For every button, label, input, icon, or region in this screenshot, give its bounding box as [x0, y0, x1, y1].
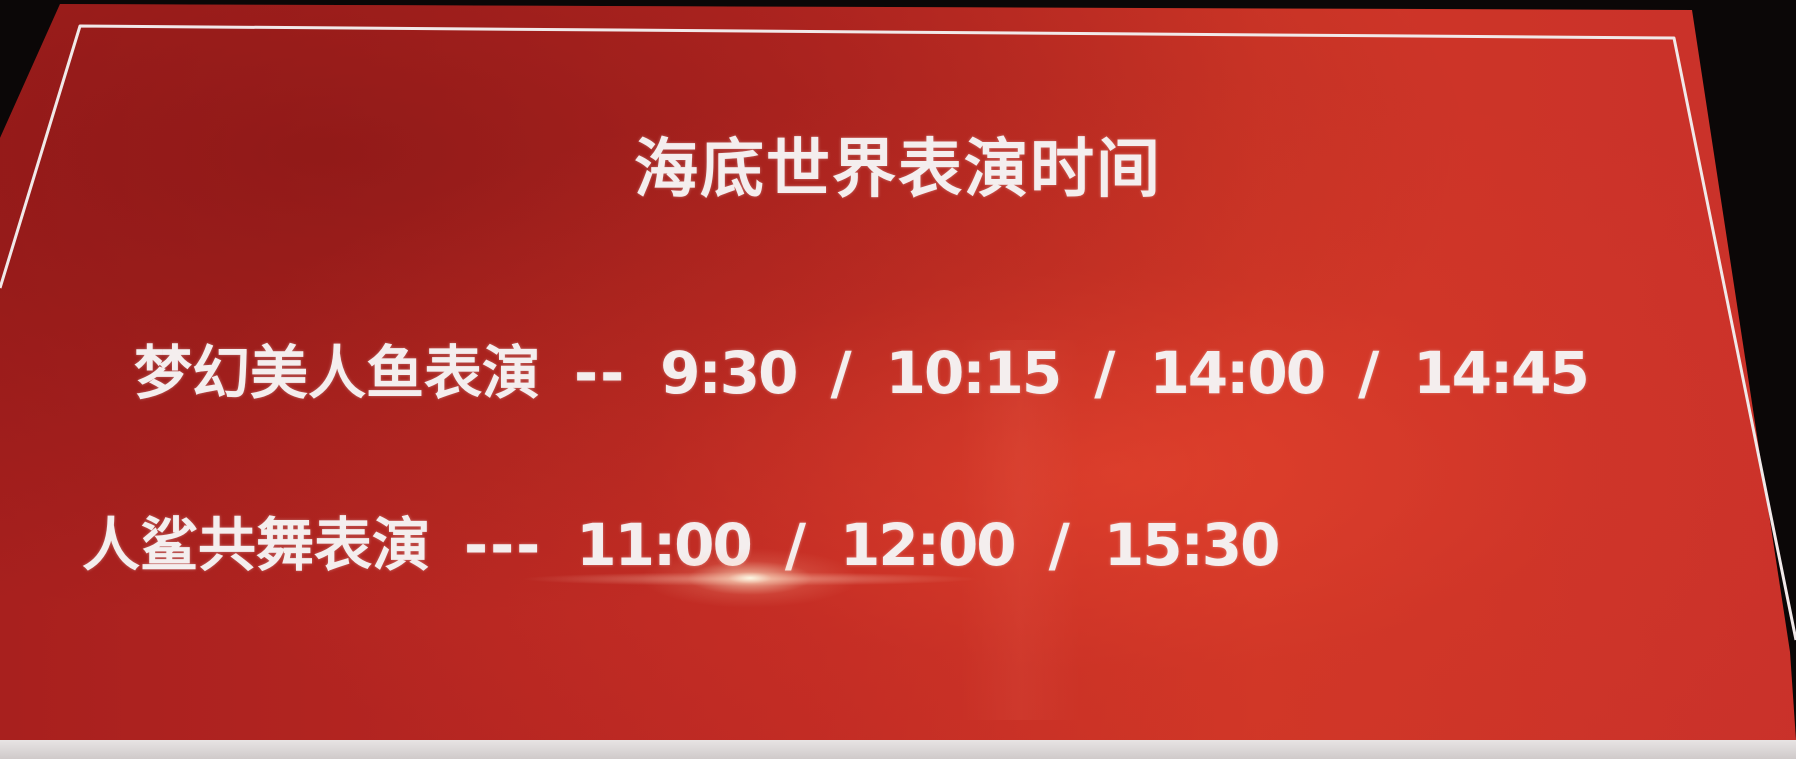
- show-time: 10:15: [885, 339, 1063, 407]
- sign-title: 海底世界表演时间: [634, 133, 1162, 207]
- show-row-shark: 人鲨共舞表演 --- 11:00 / 12:00 / 15:30: [82, 498, 1281, 582]
- time-separator: /: [1048, 511, 1070, 579]
- show-time: 14:45: [1413, 339, 1590, 407]
- photo-scene: 海底世界表演时间 梦幻美人鱼表演 -- 9:30 / 10:15 / 14:00 / 14:45…: [0, 0, 1796, 759]
- show-row-mermaid: 梦幻美人鱼表演 -- 9:30 / 10:15 / 14:00 / 14:45: [134, 326, 1590, 410]
- show-name: 梦幻美人鱼表演: [134, 339, 541, 407]
- show-time: 12:00: [840, 511, 1017, 579]
- time-separator: /: [1094, 339, 1116, 407]
- show-time: 11:00: [576, 511, 753, 579]
- time-separator: /: [830, 339, 852, 407]
- time-separator: /: [784, 511, 807, 579]
- show-dash: ---: [464, 511, 543, 579]
- time-separator: /: [1358, 339, 1380, 407]
- show-time: 9:30: [660, 339, 798, 407]
- show-dash: --: [574, 339, 627, 407]
- show-time: 15:30: [1103, 511, 1281, 579]
- show-time: 14:00: [1149, 339, 1326, 407]
- show-name: 人鲨共舞表演: [82, 511, 431, 579]
